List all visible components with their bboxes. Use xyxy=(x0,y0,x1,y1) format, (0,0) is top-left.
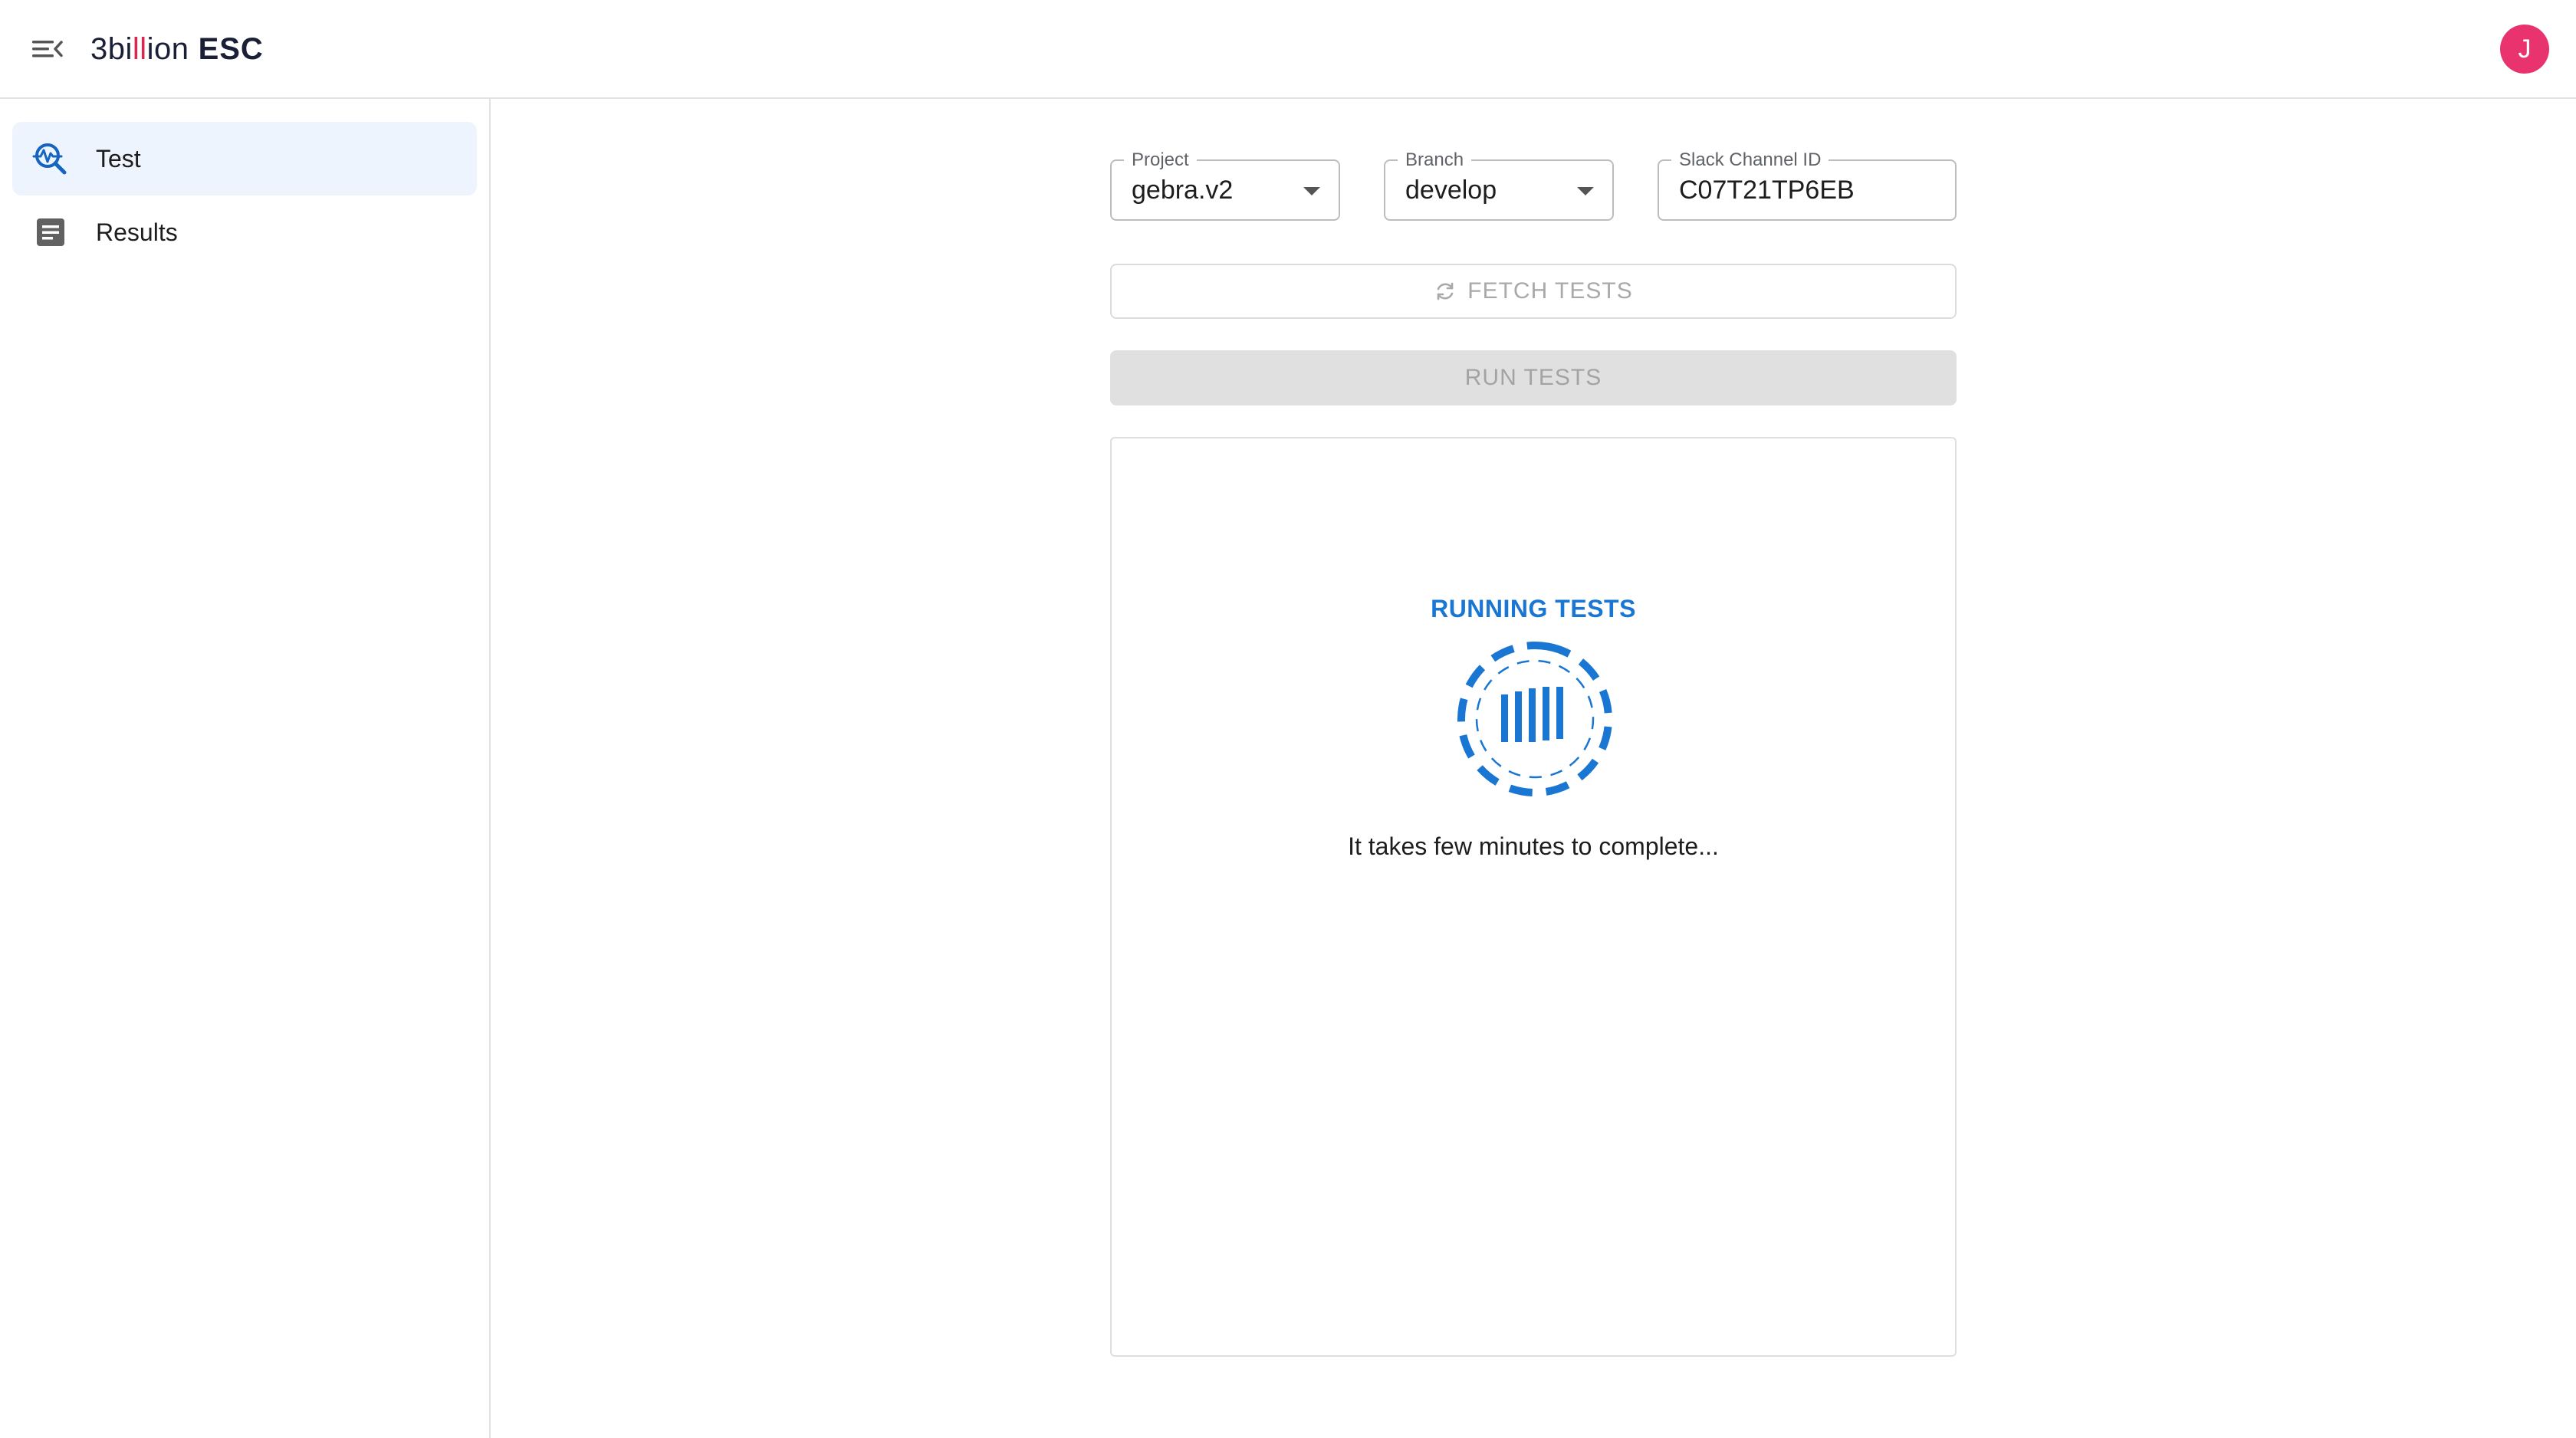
project-select[interactable]: Project gebra.v2 xyxy=(1110,149,1340,221)
chevron-down-icon xyxy=(1577,187,1594,195)
sidebar-item-test[interactable]: Test xyxy=(12,122,477,195)
refresh-icon xyxy=(1437,282,1454,300)
user-avatar[interactable]: J xyxy=(2500,25,2549,74)
chevron-down-icon xyxy=(1303,187,1320,195)
search-activity-icon xyxy=(31,139,71,179)
branch-value: develop xyxy=(1405,176,1497,205)
logo-accent: ll xyxy=(132,31,147,66)
menu-toggle-icon[interactable] xyxy=(31,34,64,64)
top-bar: 3bi ll ion ESC J xyxy=(0,0,2576,99)
status-message: It takes few minutes to complete... xyxy=(1348,832,1719,860)
slack-channel-label: Slack Channel ID xyxy=(1671,149,1829,171)
sidebar: Test Results xyxy=(0,99,491,1438)
logo-suffix: ion xyxy=(146,31,189,66)
sidebar-item-results[interactable]: Results xyxy=(12,195,477,269)
project-label: Project xyxy=(1124,149,1197,171)
run-tests-label: RUN TESTS xyxy=(1464,365,1602,390)
slack-channel-input[interactable]: Slack Channel ID C07T21TP6EB xyxy=(1658,149,1957,221)
fetch-tests-button[interactable]: FETCH TESTS xyxy=(1110,264,1957,319)
logo-product: ESC xyxy=(198,31,264,66)
status-panel: RUNNING TESTS It takes few minutes to co… xyxy=(1110,437,1957,1357)
run-tests-button[interactable]: RUN TESTS xyxy=(1110,350,1957,405)
app-logo: 3bi ll ion ESC xyxy=(90,28,264,71)
document-icon xyxy=(31,212,71,252)
project-value: gebra.v2 xyxy=(1132,176,1234,205)
slack-channel-value: C07T21TP6EB xyxy=(1679,176,1855,205)
running-status-title: RUNNING TESTS xyxy=(1431,595,1636,622)
sidebar-item-label: Test xyxy=(96,144,141,172)
fetch-tests-label: FETCH TESTS xyxy=(1467,278,1633,304)
sidebar-item-label: Results xyxy=(96,218,178,246)
branch-label: Branch xyxy=(1398,149,1472,171)
logo-prefix: 3bi xyxy=(90,31,133,66)
loading-spinner-icon xyxy=(1455,639,1615,799)
branch-select[interactable]: Branch develop xyxy=(1384,149,1614,221)
